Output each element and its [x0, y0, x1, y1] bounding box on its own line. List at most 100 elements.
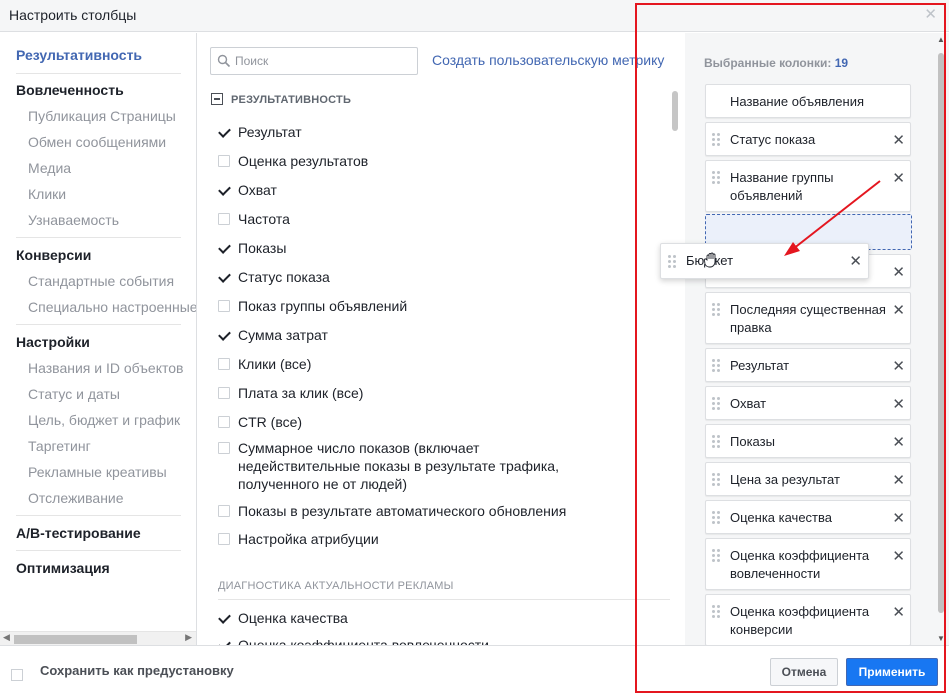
selected-column-card[interactable]: Последняя существенная правка ✕ [705, 292, 911, 344]
scroll-up-icon[interactable]: ▲ [937, 35, 945, 44]
selected-column-card[interactable]: Оценка качества ✕ [705, 500, 911, 534]
remove-icon[interactable]: ✕ [892, 433, 905, 451]
metric-label[interactable]: Статус показа [238, 268, 330, 286]
metric-label[interactable]: Результат [238, 123, 302, 141]
metric-checkbox[interactable] [218, 300, 230, 312]
metric-checkbox[interactable] [218, 533, 230, 545]
remove-icon[interactable]: ✕ [892, 395, 905, 413]
nav-item-object-names[interactable]: Названия и ID объектов [28, 360, 183, 376]
cancel-button[interactable]: Отмена [770, 658, 838, 686]
nav-group-ab-testing[interactable]: A/B-тестирование [16, 525, 141, 541]
search-input[interactable] [235, 52, 405, 70]
drag-handle-icon[interactable] [712, 397, 721, 411]
drag-handle-icon[interactable] [712, 171, 721, 185]
search-box[interactable] [210, 47, 418, 75]
metric-label[interactable]: Настройка атрибуции [238, 530, 379, 548]
metric-checkbox[interactable] [218, 329, 230, 341]
remove-icon[interactable]: ✕ [892, 131, 905, 149]
metric-label[interactable]: Показ группы объявлений [238, 297, 407, 315]
drag-handle-icon[interactable] [668, 255, 677, 269]
dragging-column-card[interactable]: Бюджет ✕ [660, 243, 869, 279]
save-preset-label[interactable]: Сохранить как предустановку [40, 663, 234, 678]
close-icon[interactable]: ✕ [924, 5, 937, 23]
metric-checkbox[interactable] [218, 416, 230, 428]
metric-label[interactable]: Частота [238, 210, 290, 228]
metric-label[interactable]: Плата за клик (все) [238, 384, 363, 402]
drag-handle-icon[interactable] [712, 303, 721, 317]
metric-checkbox[interactable] [218, 126, 230, 138]
metric-checkbox[interactable] [218, 505, 230, 517]
selected-column-card[interactable]: Цена за результат ✕ [705, 462, 911, 496]
nav-item-page-post[interactable]: Публикация Страницы [28, 108, 176, 124]
scroll-left-icon[interactable]: ◀ [3, 632, 10, 643]
section-header-performance[interactable]: РЕЗУЛЬТАТИВНОСТЬ [211, 93, 351, 107]
nav-item-messaging[interactable]: Обмен сообщениями [28, 134, 166, 150]
nav-item-standard-events[interactable]: Стандартные события [28, 273, 174, 289]
selected-column-card[interactable]: Оценка коэффициента вовлеченности ✕ [705, 538, 911, 590]
nav-group-conversions[interactable]: Конверсии [16, 247, 91, 263]
list-scrollbar-thumb[interactable] [672, 91, 678, 131]
create-custom-metric-link[interactable]: Создать пользовательскую метрику [432, 52, 664, 68]
metric-checkbox[interactable] [218, 155, 230, 167]
metric-label[interactable]: Оценка качества [238, 609, 348, 627]
selected-column-card[interactable]: Результат ✕ [705, 348, 911, 382]
nav-item-budget-schedule[interactable]: Цель, бюджет и график [28, 412, 180, 428]
scroll-down-icon[interactable]: ▼ [937, 634, 945, 643]
nav-group-optimization[interactable]: Оптимизация [16, 560, 110, 576]
nav-item-awareness[interactable]: Узнаваемость [28, 212, 119, 228]
metric-checkbox[interactable] [218, 242, 230, 254]
metric-checkbox[interactable] [218, 612, 230, 624]
metric-checkbox[interactable] [218, 358, 230, 370]
metric-checkbox[interactable] [218, 442, 230, 454]
nav-item-clicks[interactable]: Клики [28, 186, 66, 202]
remove-icon[interactable]: ✕ [849, 252, 862, 270]
selected-column-card[interactable]: Название группы объявлений ✕ [705, 160, 911, 212]
metric-label[interactable]: Оценка коэффициента вовлеченности [238, 636, 489, 645]
drag-handle-icon[interactable] [712, 473, 721, 487]
nav-group-performance[interactable]: Результативность [16, 47, 142, 63]
save-preset-checkbox[interactable] [11, 669, 23, 681]
metric-label[interactable]: Охват [238, 181, 277, 199]
scrollbar-thumb[interactable] [14, 635, 137, 644]
selected-column-card[interactable]: Показы ✕ [705, 424, 911, 458]
nav-horizontal-scrollbar[interactable]: ◀ ▶ [0, 631, 196, 645]
remove-icon[interactable]: ✕ [892, 357, 905, 375]
metric-label[interactable]: Суммарное число показов (включает недейс… [238, 439, 578, 493]
metric-label[interactable]: Оценка результатов [238, 152, 368, 170]
nav-item-targeting[interactable]: Таргетинг [28, 438, 91, 454]
scroll-right-icon[interactable]: ▶ [185, 632, 192, 643]
nav-item-media[interactable]: Медиа [28, 160, 71, 176]
drag-handle-icon[interactable] [712, 605, 721, 619]
selected-column-card[interactable]: Название объявления [705, 84, 911, 118]
metric-checkbox[interactable] [218, 387, 230, 399]
remove-icon[interactable]: ✕ [892, 509, 905, 527]
scrollbar-thumb[interactable] [938, 53, 944, 613]
selected-column-card[interactable]: Оценка коэффициента конверсии ✕ [705, 594, 911, 645]
drag-handle-icon[interactable] [712, 133, 721, 147]
nav-item-tracking[interactable]: Отслеживание [28, 490, 124, 506]
remove-icon[interactable]: ✕ [892, 263, 905, 281]
remove-icon[interactable]: ✕ [892, 301, 905, 319]
drag-handle-icon[interactable] [712, 435, 721, 449]
remove-icon[interactable]: ✕ [892, 547, 905, 565]
remove-icon[interactable]: ✕ [892, 471, 905, 489]
remove-icon[interactable]: ✕ [892, 169, 905, 187]
nav-group-settings[interactable]: Настройки [16, 334, 90, 350]
metric-checkbox[interactable] [218, 271, 230, 283]
nav-item-custom-conversions[interactable]: Специально настроенные [28, 299, 196, 315]
nav-item-creatives[interactable]: Рекламные креативы [28, 464, 167, 480]
metric-label[interactable]: Показы [238, 239, 286, 257]
selected-column-card[interactable]: Статус показа ✕ [705, 122, 911, 156]
apply-button[interactable]: Применить [846, 658, 938, 686]
drag-handle-icon[interactable] [712, 549, 721, 563]
metric-label[interactable]: Клики (все) [238, 355, 311, 373]
drag-handle-icon[interactable] [712, 359, 721, 373]
metric-label[interactable]: Сумма затрат [238, 326, 328, 344]
metric-label[interactable]: CTR (все) [238, 413, 302, 431]
remove-icon[interactable]: ✕ [892, 603, 905, 621]
nav-item-status-dates[interactable]: Статус и даты [28, 386, 120, 402]
metric-checkbox[interactable] [218, 184, 230, 196]
collapse-icon[interactable] [211, 93, 223, 105]
metric-checkbox[interactable] [218, 213, 230, 225]
nav-group-engagement[interactable]: Вовлеченность [16, 82, 124, 98]
